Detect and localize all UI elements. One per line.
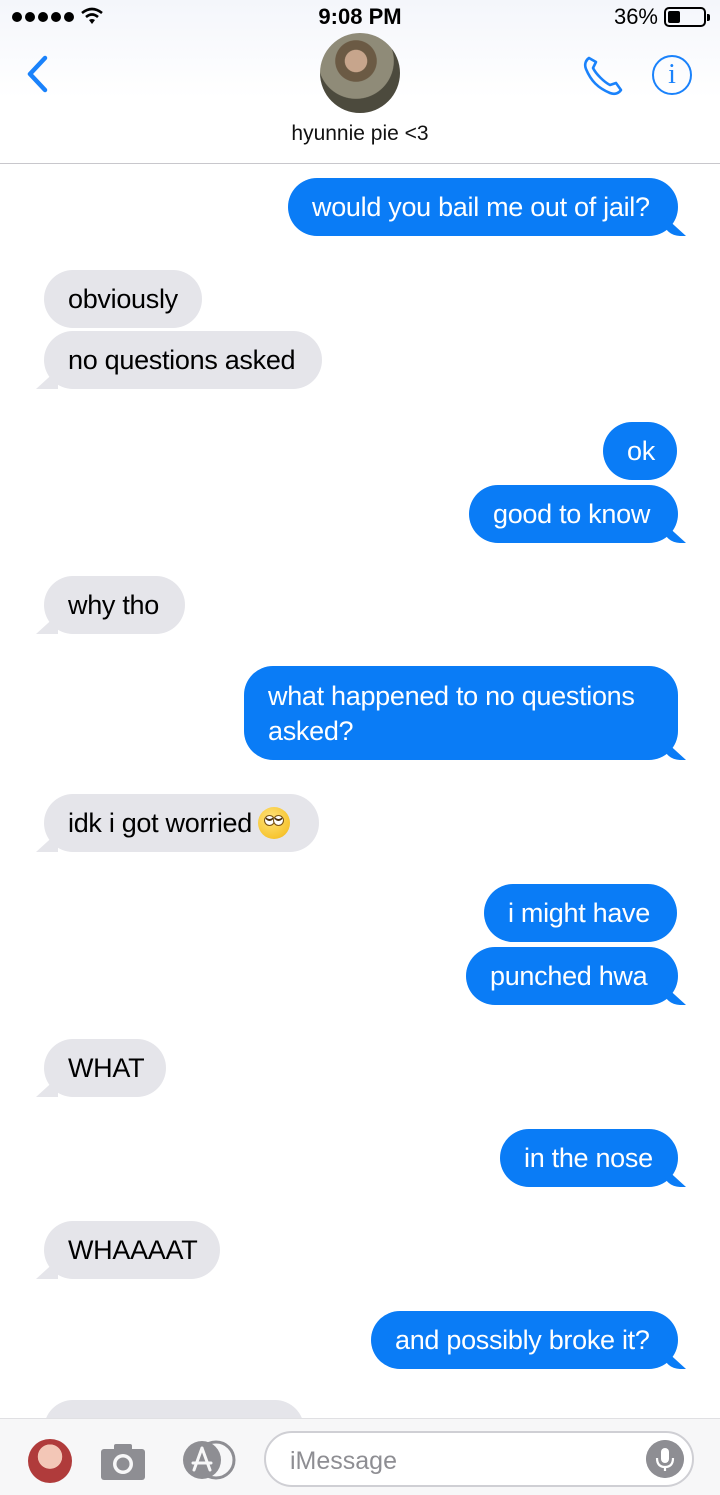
message-text: what happened to no questions asked? [268, 681, 635, 746]
message-text: WHAT [68, 1052, 145, 1083]
contact-avatar[interactable] [320, 33, 400, 113]
message-bubble-incoming[interactable]: idk i got worried [44, 794, 319, 852]
battery-percent: 36% [613, 4, 658, 29]
contact-name[interactable]: hyunnie pie <3 [0, 122, 720, 146]
message-bubble-incoming[interactable]: WHAAAAT [44, 1221, 220, 1279]
back-chevron-icon[interactable] [18, 52, 58, 96]
status-time: 9:08 PM [318, 4, 402, 29]
message-text: idk i got worried [68, 807, 252, 838]
message-text: would you bail me out of jail? [312, 191, 650, 222]
app-store-icon[interactable] [180, 1440, 238, 1480]
memoji-avatar-icon[interactable] [28, 1439, 72, 1483]
message-bubble-outgoing[interactable]: ok [603, 422, 677, 480]
phone-icon[interactable] [580, 52, 626, 98]
info-icon[interactable]: i [652, 55, 692, 95]
status-bar: 9:08 PM 36% [0, 0, 720, 36]
message-bubble-outgoing[interactable]: and possibly broke it? [371, 1311, 678, 1369]
rolling-eyes-emoji-icon [257, 807, 290, 839]
message-text: why tho [68, 589, 159, 620]
message-text: no questions asked [68, 344, 296, 375]
message-text: WHAAAAT [68, 1234, 198, 1265]
message-text: and possibly broke it? [395, 1324, 650, 1355]
message-bubble-incoming[interactable]: obviously [44, 270, 202, 328]
battery-icon [664, 7, 710, 27]
message-bubble-outgoing[interactable]: what happened to no questions asked? [244, 666, 678, 760]
message-text: punched hwa [490, 960, 648, 991]
message-bubble-incoming[interactable]: why tho [44, 576, 185, 634]
message-text: in the nose [524, 1142, 653, 1173]
message-bubble-outgoing[interactable]: would you bail me out of jail? [288, 178, 678, 236]
message-bubble-incoming[interactable]: no questions asked [44, 331, 322, 389]
camera-icon[interactable] [100, 1441, 146, 1481]
message-text: obviously [68, 283, 178, 314]
conversation-header: 9:08 PM 36% hyunnie pie <3 i [0, 0, 720, 164]
message-bubble-outgoing[interactable]: good to know [469, 485, 678, 543]
message-composer: iMessage [0, 1418, 720, 1495]
message-bubble-incoming[interactable]: WHAT [44, 1039, 166, 1097]
message-text: i might have [508, 897, 650, 928]
imessage-input[interactable]: iMessage [264, 1431, 694, 1487]
message-bubble-outgoing[interactable]: in the nose [500, 1129, 678, 1187]
imessage-placeholder: iMessage [290, 1447, 397, 1475]
message-text: ok [627, 435, 655, 466]
message-text: good to know [493, 498, 651, 529]
microphone-icon[interactable] [646, 1440, 684, 1478]
battery-fill [668, 11, 680, 23]
message-bubble-outgoing[interactable]: punched hwa [466, 947, 678, 1005]
message-bubble-outgoing[interactable]: i might have [484, 884, 677, 942]
